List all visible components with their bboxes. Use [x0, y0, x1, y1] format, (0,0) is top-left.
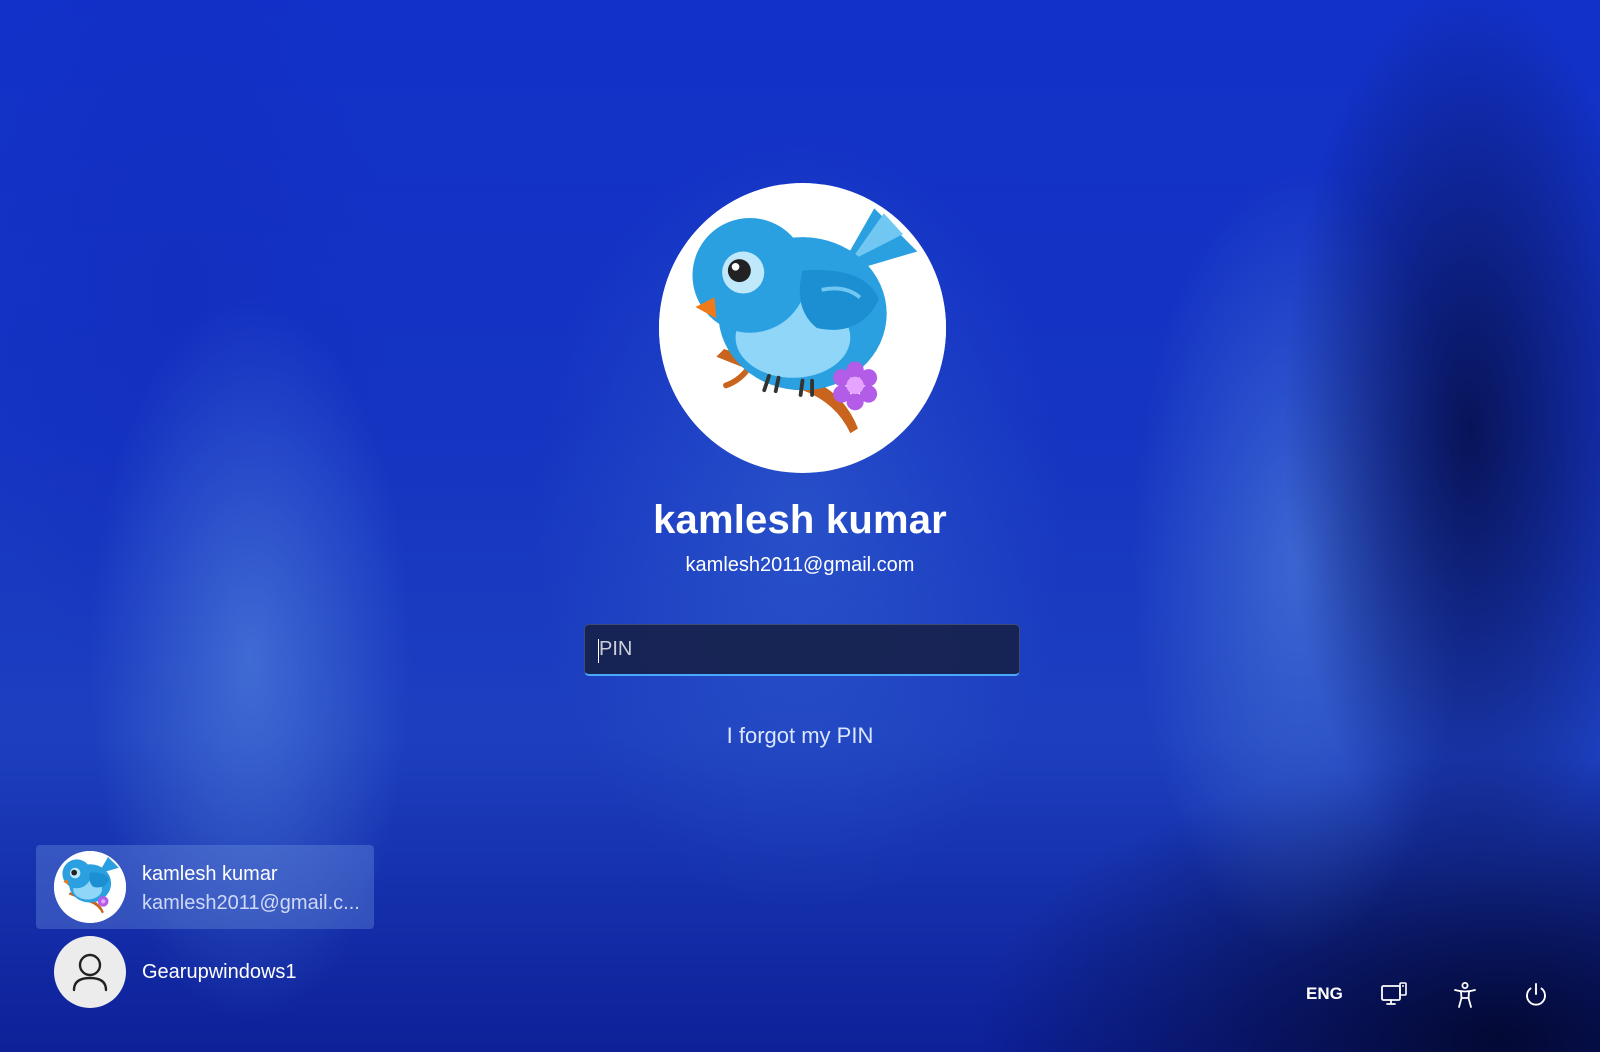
text-caret: [598, 639, 599, 663]
power-icon[interactable]: [1521, 980, 1551, 1010]
user-tile-email: kamlesh2011@gmail.c...: [142, 892, 360, 914]
user-tile-avatar: [54, 851, 126, 923]
pin-input[interactable]: [585, 625, 1019, 674]
accessibility-icon[interactable]: [1450, 980, 1480, 1010]
user-avatar-bird: [659, 183, 946, 473]
user-tile-avatar: [54, 936, 126, 1008]
bird-icon: [659, 184, 946, 472]
network-icon[interactable]: [1379, 980, 1409, 1010]
user-tile-name: Gearupwindows1: [142, 961, 297, 983]
user-tile-gearupwindows1[interactable]: Gearupwindows1: [36, 930, 374, 1014]
user-tile-name: kamlesh kumar: [142, 863, 278, 885]
person-icon: [72, 953, 108, 992]
language-indicator[interactable]: ENG: [1306, 984, 1343, 1004]
account-email: kamlesh2011@gmail.com: [685, 554, 915, 576]
forgot-pin-link[interactable]: I forgot my PIN: [727, 723, 874, 748]
pin-field-container[interactable]: [584, 624, 1020, 676]
account-name: kamlesh kumar: [653, 498, 947, 542]
user-tile-kamlesh[interactable]: kamlesh kumar kamlesh2011@gmail.c...: [36, 845, 374, 929]
bird-icon: [54, 851, 126, 923]
forgot-pin-row: I forgot my PIN: [0, 723, 1600, 749]
